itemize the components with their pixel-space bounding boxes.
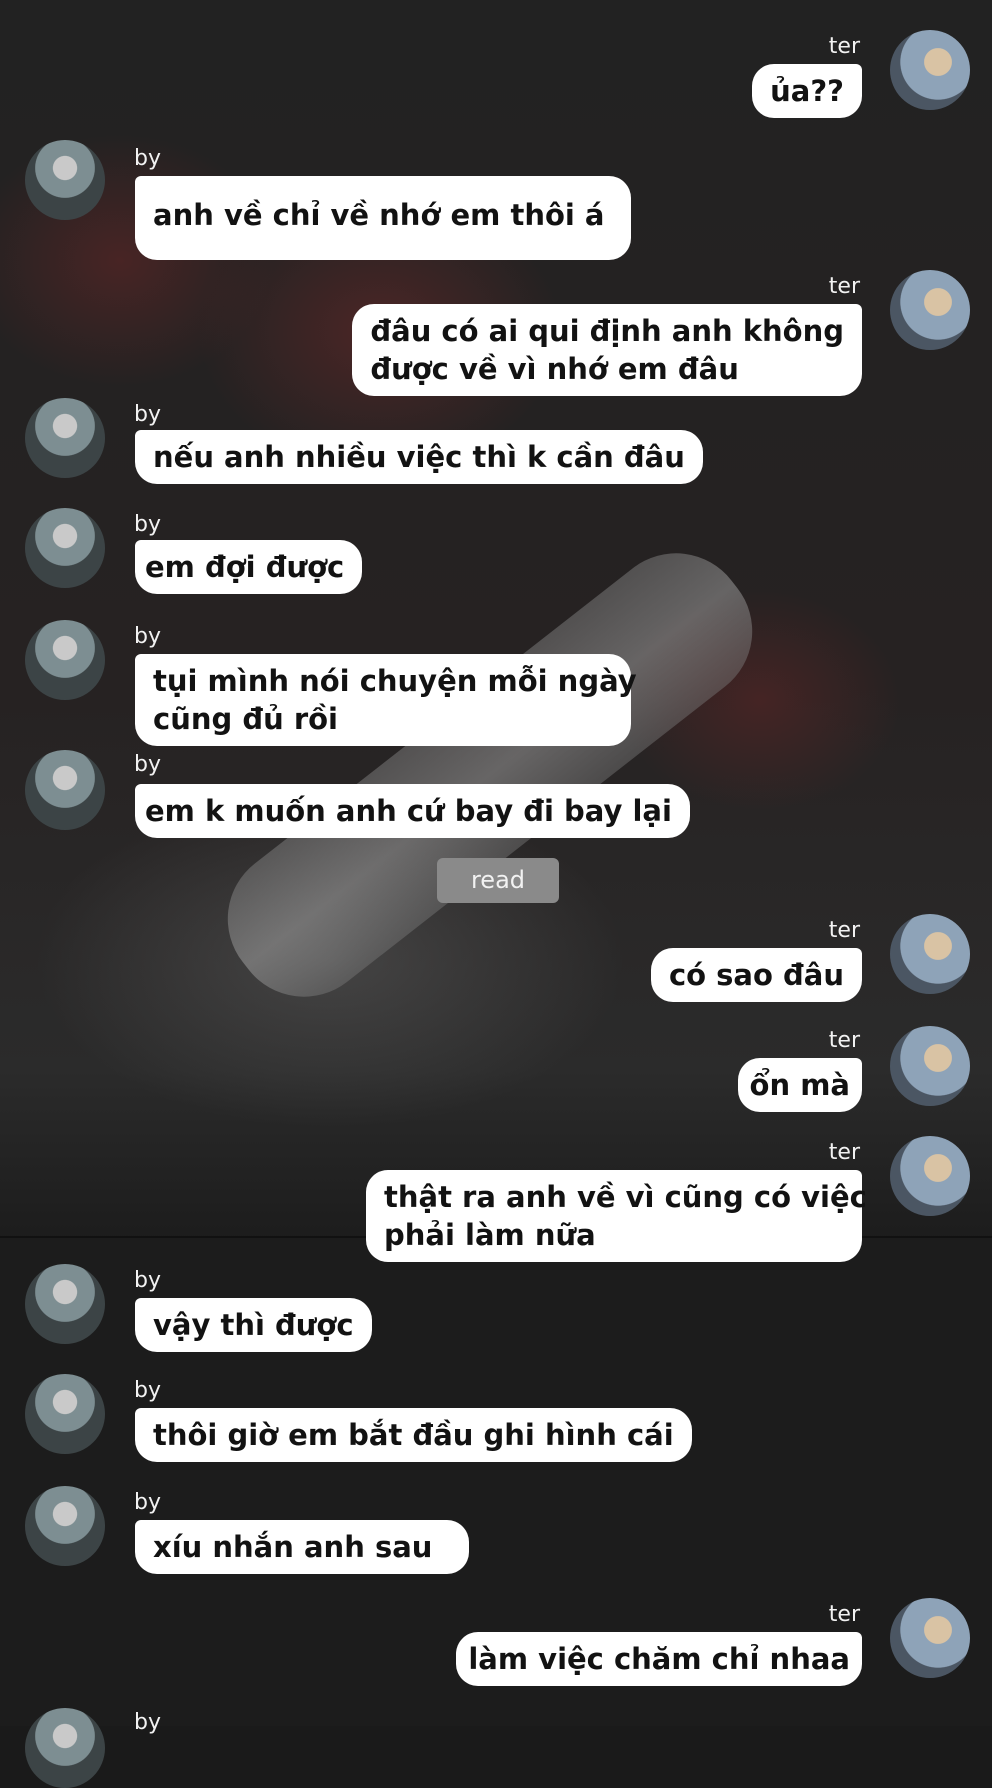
sender-name: by <box>134 402 161 427</box>
avatar-by[interactable] <box>25 1486 105 1566</box>
avatar-ter[interactable] <box>890 1026 970 1106</box>
sender-name: by <box>134 1710 161 1735</box>
avatar-by-photo-icon <box>25 620 105 700</box>
avatar-ter[interactable] <box>890 1136 970 1216</box>
avatar-ter[interactable] <box>890 30 970 110</box>
sender-name: by <box>134 752 161 777</box>
sender-name: ter <box>828 34 860 59</box>
message-bubble[interactable]: em k muốn anh cứ bay đi bay lại <box>135 784 690 838</box>
message-bubble[interactable]: làm việc chăm chỉ nhaa <box>456 1632 862 1686</box>
sender-name: by <box>134 512 161 537</box>
avatar-ter-photo-icon <box>890 30 970 110</box>
message-bubble[interactable]: ổn mà <box>737 1058 862 1112</box>
avatar-by-photo-icon <box>25 750 105 830</box>
message-bubble[interactable]: vậy thì được <box>135 1298 372 1352</box>
message-line: tụi mình nói chuyện mỗi ngày <box>153 664 637 698</box>
message-bubble[interactable]: ủa?? <box>752 64 862 118</box>
message-bubble[interactable]: xíu nhắn anh sau <box>135 1520 469 1574</box>
message-line: phải làm nữa <box>384 1218 596 1252</box>
avatar-by-photo-icon <box>25 398 105 478</box>
message-line: được về vì nhớ em đâu <box>370 352 739 386</box>
avatar-ter-photo-icon <box>890 1026 970 1106</box>
sender-name: by <box>134 1378 161 1403</box>
sender-name: ter <box>828 1028 860 1053</box>
message-line: đâu có ai qui định anh không <box>370 314 844 348</box>
message-bubble[interactable]: có sao đâu <box>650 948 862 1002</box>
avatar-ter[interactable] <box>890 1598 970 1678</box>
avatar-by-photo-icon <box>25 508 105 588</box>
avatar-by-photo-icon <box>25 140 105 220</box>
avatar-ter-photo-icon <box>890 270 970 350</box>
sender-name: by <box>134 624 161 649</box>
avatar-by[interactable] <box>25 1708 105 1788</box>
avatar-by-photo-icon <box>25 1264 105 1344</box>
sender-name: by <box>134 1490 161 1515</box>
sender-name: ter <box>828 274 860 299</box>
sender-name: by <box>134 146 161 171</box>
avatar-by[interactable] <box>25 398 105 478</box>
avatar-ter[interactable] <box>890 270 970 350</box>
message-bubble[interactable]: thật ra anh về vì cũng có việc phải làm … <box>366 1170 867 1262</box>
message-bubble[interactable]: đâu có ai qui định anh không được về vì … <box>352 304 862 396</box>
message-bubble[interactable]: anh về chỉ về nhớ em thôi á <box>135 176 631 260</box>
sender-name: ter <box>828 1140 860 1165</box>
avatar-by[interactable] <box>25 1374 105 1454</box>
avatar-by[interactable] <box>25 1264 105 1344</box>
avatar-ter[interactable] <box>890 914 970 994</box>
read-receipt: read <box>437 858 559 903</box>
avatar-ter-photo-icon <box>890 914 970 994</box>
sender-name: ter <box>828 918 860 943</box>
avatar-by-photo-icon <box>25 1374 105 1454</box>
message-bubble[interactable]: em đợi được <box>135 540 363 594</box>
avatar-ter-photo-icon <box>890 1598 970 1678</box>
message-bubble[interactable]: tụi mình nói chuyện mỗi ngày cũng đủ rồi <box>135 654 637 746</box>
avatar-by[interactable] <box>25 508 105 588</box>
message-line: cũng đủ rồi <box>153 702 339 736</box>
avatar-by[interactable] <box>25 750 105 830</box>
avatar-by[interactable] <box>25 140 105 220</box>
avatar-by[interactable] <box>25 620 105 700</box>
message-bubble[interactable]: nếu anh nhiều việc thì k cần đâu <box>135 430 703 484</box>
avatar-ter-photo-icon <box>890 1136 970 1216</box>
avatar-by-photo-icon <box>25 1708 105 1788</box>
sender-name: by <box>134 1268 161 1293</box>
avatar-by-photo-icon <box>25 1486 105 1566</box>
message-line: thật ra anh về vì cũng có việc <box>384 1180 867 1214</box>
sender-name: ter <box>828 1602 860 1627</box>
message-bubble[interactable]: thôi giờ em bắt đầu ghi hình cái <box>135 1408 692 1462</box>
